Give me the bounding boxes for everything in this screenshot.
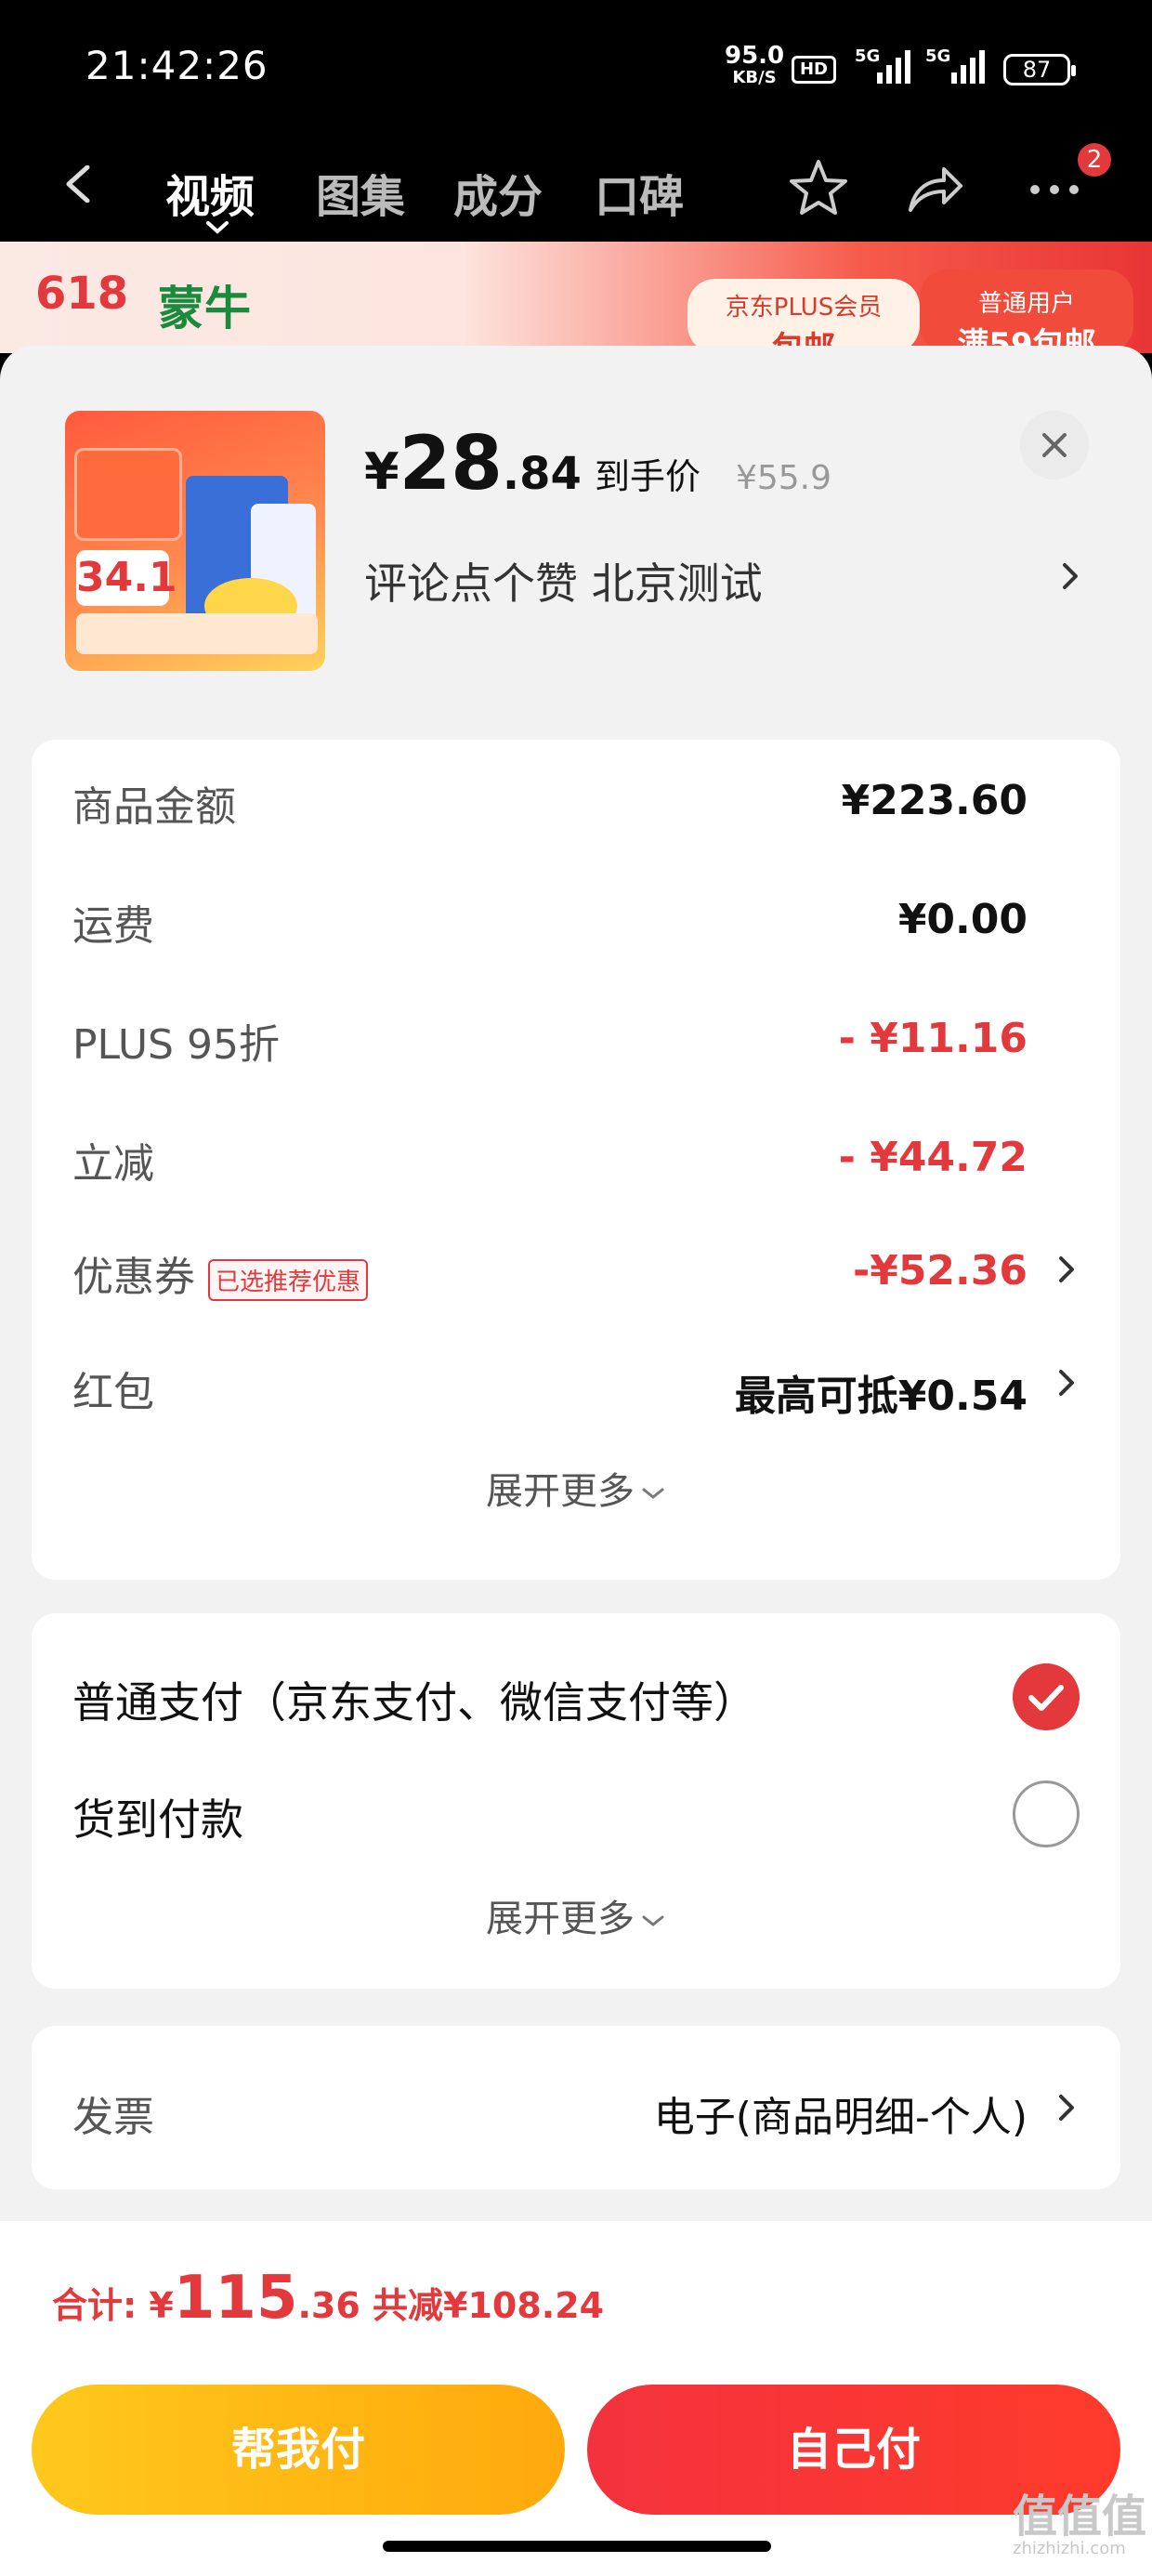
order-summary-card: 商品金额 ¥223.60 运费 ¥0.00 PLUS 95折 - ¥11.16 … xyxy=(32,740,1120,1216)
more-options-icon[interactable] xyxy=(1022,156,1087,221)
watermark-text: 值值值 xyxy=(1013,2491,1147,2543)
active-tab-indicator xyxy=(206,221,229,234)
network-speed-value: 95.0 xyxy=(725,42,785,70)
share-icon[interactable] xyxy=(901,156,966,221)
row-red-packet-label[interactable]: 红包 xyxy=(72,1359,154,1418)
total-integer: 115 xyxy=(173,2264,298,2333)
home-indicator[interactable] xyxy=(383,2541,771,2552)
payment-expand-more[interactable]: 展开更多 xyxy=(32,1888,1120,1942)
status-time: 21:42:26 xyxy=(85,43,268,88)
banner-618-logo: 618 xyxy=(35,268,129,320)
payment-option-cod[interactable]: 货到付款 xyxy=(72,1786,243,1847)
price-label: 到手价 xyxy=(594,456,700,497)
product-subtitle[interactable]: 评论点个赞 北京测试 xyxy=(364,550,763,611)
close-icon[interactable] xyxy=(1020,411,1089,480)
row-goods-amount-label: 商品金额 xyxy=(72,783,236,831)
checkmark-selected-icon[interactable] xyxy=(1013,1663,1080,1730)
row-shipping-value: ¥0.00 xyxy=(897,896,1028,943)
chevron-down-icon xyxy=(642,1915,664,1926)
network-speed-unit: KB/S xyxy=(732,68,777,87)
row-plus-discount-label: PLUS 95折 xyxy=(72,1021,280,1069)
tab-reviews[interactable]: 口碑 xyxy=(595,160,684,225)
invoice-value[interactable]: 电子(商品明细-个人) xyxy=(654,2083,1028,2143)
red-packet-chevron-right-icon[interactable] xyxy=(1055,1366,1078,1400)
brand-logo: 蒙牛 xyxy=(158,282,251,335)
battery-icon: 87 xyxy=(1003,54,1076,85)
chevron-right-icon[interactable] xyxy=(1057,558,1083,595)
checkout-footer: 合计: ¥115.36 共减¥108.24 帮我付 自己付 值值值 zhizhi… xyxy=(0,2221,1152,2576)
banner-plus-member: 京东PLUS会员 包邮 xyxy=(687,279,920,367)
invoice-chevron-right-icon[interactable] xyxy=(1055,2091,1078,2124)
back-arrow-icon[interactable] xyxy=(59,165,97,203)
order-summary-card-continued: 优惠券 已选推荐优惠 -¥52.36 红包 最高可抵¥0.54 展开更多 xyxy=(32,1182,1120,1580)
tab-gallery[interactable]: 图集 xyxy=(316,160,405,225)
row-red-packet-value[interactable]: 最高可抵¥0.54 xyxy=(735,1362,1028,1422)
help-me-pay-button[interactable]: 帮我付 xyxy=(32,2385,565,2515)
row-coupon-label: 优惠券 xyxy=(72,1254,195,1301)
tab-ingredients[interactable]: 成分 xyxy=(453,160,543,225)
invoice-label: 发票 xyxy=(72,2094,154,2141)
thumb-footer xyxy=(76,613,318,654)
tab-video[interactable]: 视频 xyxy=(165,160,255,225)
total-discount: 共减¥108.24 xyxy=(360,2285,605,2326)
banner-normal-user: 普通用户 满59包邮 xyxy=(920,269,1133,363)
price-integer: 28 xyxy=(399,420,503,506)
summary-expand-label: 展开更多 xyxy=(486,1470,635,1513)
notification-badge: 2 xyxy=(1078,143,1111,177)
promo-banner: 618 蒙牛 京东PLUS会员 包邮 普通用户 满59包邮 xyxy=(0,242,1152,367)
price-decimal: .84 xyxy=(502,448,582,500)
price-currency: ¥ xyxy=(364,442,399,501)
thumb-promo-panel xyxy=(74,448,182,541)
thumb-price: 34.1 xyxy=(76,550,177,606)
summary-expand-more[interactable]: 展开更多 xyxy=(32,1461,1120,1515)
row-coupon-value[interactable]: -¥52.36 xyxy=(853,1247,1028,1295)
row-plus-discount-value: - ¥11.16 xyxy=(838,1015,1028,1062)
product-thumbnail: 34.1 xyxy=(65,411,325,671)
star-favorite-icon[interactable] xyxy=(786,156,851,221)
payment-method-card: 普通支付（京东支付、微信支付等） 货到付款 展开更多 xyxy=(32,1613,1120,1989)
invoice-card[interactable]: 发票 电子(商品明细-个人) xyxy=(32,2026,1120,2189)
coupon-chevron-right-icon[interactable] xyxy=(1055,1253,1078,1286)
banner-normal-text: 普通用户 xyxy=(977,290,1075,318)
row-coupon[interactable]: 优惠券 已选推荐优惠 xyxy=(72,1243,369,1303)
hd-icon: HD xyxy=(792,56,836,84)
row-shipping-label: 运费 xyxy=(72,902,154,950)
product-price: ¥28.84 到手价 ¥55.9 xyxy=(364,420,831,506)
row-instant-discount-label: 立减 xyxy=(72,1140,154,1188)
total-prefix: 合计: ¥ xyxy=(52,2285,174,2326)
original-price: ¥55.9 xyxy=(735,459,832,497)
total-decimal: .36 xyxy=(297,2285,360,2326)
status-bar: 21:42:26 95.0 KB/S HD 5G 5G 87 xyxy=(0,0,1152,139)
row-goods-amount-value: ¥223.60 xyxy=(841,777,1028,824)
payment-expand-label: 展开更多 xyxy=(486,1898,635,1940)
watermark: 值值值 zhizhizhi.com xyxy=(1013,2479,1146,2558)
network-speed: 95.0 KB/S xyxy=(725,42,785,89)
row-instant-discount-value: - ¥44.72 xyxy=(838,1134,1028,1181)
order-total: 合计: ¥115.36 共减¥108.24 xyxy=(52,2264,604,2333)
radio-unselected-icon[interactable] xyxy=(1013,1781,1080,1847)
coupon-recommend-tag: 已选推荐优惠 xyxy=(208,1258,369,1301)
payment-option-normal[interactable]: 普通支付（京东支付、微信支付等） xyxy=(72,1669,756,1730)
chevron-down-icon xyxy=(642,1488,664,1499)
banner-plus-text: 京东PLUS会员 xyxy=(725,294,883,322)
